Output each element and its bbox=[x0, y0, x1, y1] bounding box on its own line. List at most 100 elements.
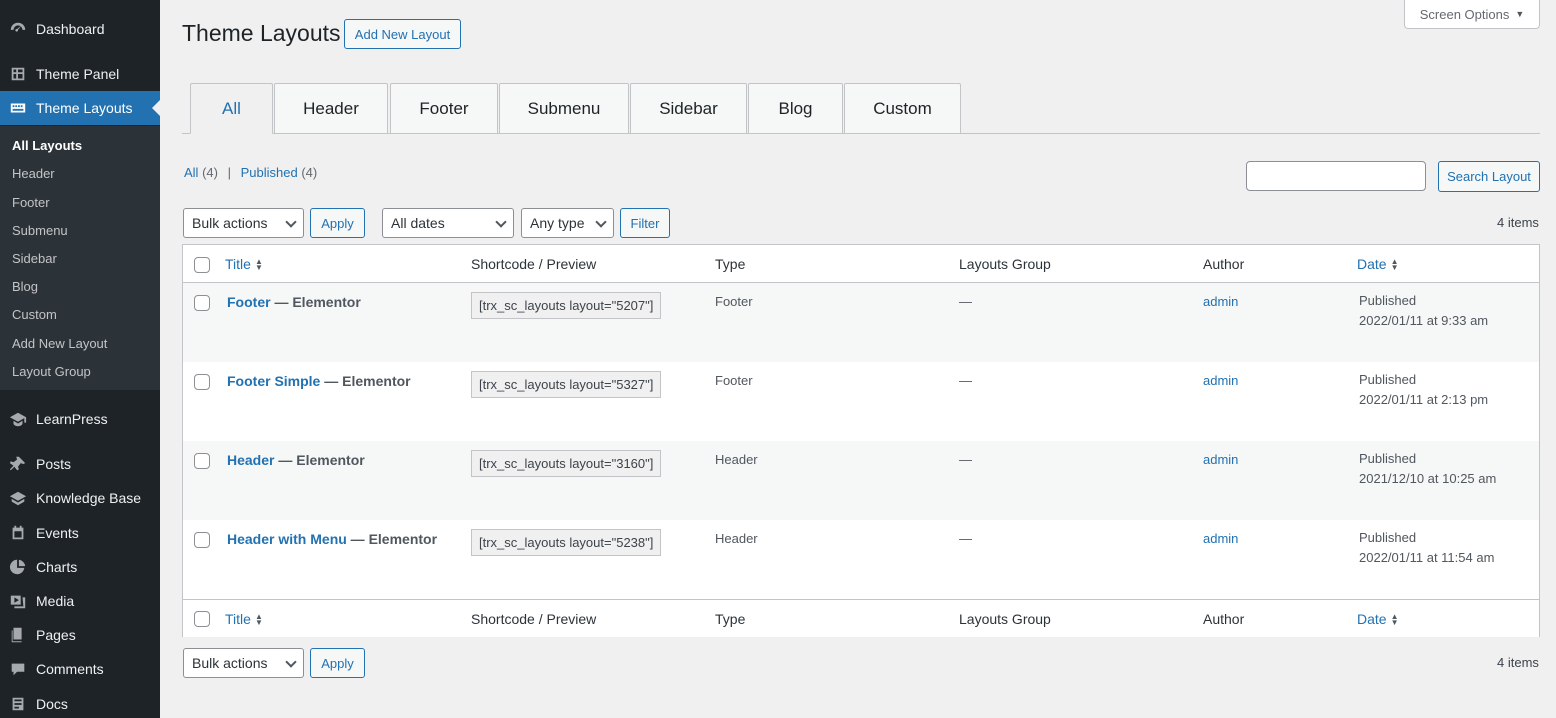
row-checkbox[interactable] bbox=[194, 453, 210, 469]
sidebar-item-label: Theme Layouts bbox=[36, 100, 133, 116]
shortcode-field[interactable]: [trx_sc_layouts layout="5327"] bbox=[471, 371, 662, 398]
row-author-link[interactable]: admin bbox=[1203, 373, 1238, 388]
layouts-table: Title ▲ ▼ Shortcode / Preview Type Layouts… bbox=[182, 244, 1540, 637]
status-published-count: (4) bbox=[301, 165, 318, 180]
sidebar-item-learnpress[interactable]: LearnPress bbox=[0, 402, 160, 436]
column-shortcode: Shortcode / Preview bbox=[471, 611, 597, 627]
dates-select[interactable]: All dates bbox=[382, 208, 514, 238]
column-title[interactable]: Title ▲ ▼ bbox=[225, 611, 263, 627]
sidebar-item-label: Posts bbox=[36, 456, 72, 472]
sidebar-item-posts[interactable]: Posts bbox=[0, 447, 160, 481]
search-input[interactable] bbox=[1246, 161, 1426, 191]
row-title-link[interactable]: Header bbox=[227, 452, 274, 468]
submenu-layout-group[interactable]: Layout Group bbox=[12, 364, 91, 379]
shortcode-field[interactable]: [trx_sc_layouts layout="5238"] bbox=[471, 529, 662, 556]
row-title-link[interactable]: Footer Simple bbox=[227, 373, 320, 389]
select-all-checkbox[interactable] bbox=[194, 611, 210, 627]
sidebar-item-theme-panel[interactable]: Theme Panel bbox=[0, 57, 160, 91]
submenu-blog[interactable]: Blog bbox=[12, 279, 38, 294]
tab-submenu[interactable]: Submenu bbox=[499, 83, 629, 134]
sidebar-item-label: Pages bbox=[36, 627, 76, 643]
status-all-link[interactable]: All bbox=[184, 165, 198, 180]
row-date: Published 2022/01/11 at 2:13 pm bbox=[1359, 372, 1489, 407]
search-layout-button[interactable]: Search Layout bbox=[1438, 161, 1540, 192]
graduation-cap-icon bbox=[0, 410, 36, 428]
dashboard-icon bbox=[0, 20, 36, 38]
sidebar-item-pages[interactable]: Pages bbox=[0, 618, 160, 652]
submenu-custom[interactable]: Custom bbox=[12, 307, 57, 322]
select-all-checkbox[interactable] bbox=[194, 257, 210, 273]
submenu-all-layouts[interactable]: All Layouts bbox=[12, 138, 82, 153]
chevron-down-icon bbox=[495, 216, 507, 228]
submenu-sidebar[interactable]: Sidebar bbox=[12, 251, 57, 266]
table-row: Footer — Elementor [trx_sc_layouts layou… bbox=[183, 283, 1539, 362]
sidebar-item-label: Media bbox=[36, 593, 75, 609]
row-author-link[interactable]: admin bbox=[1203, 531, 1238, 546]
row-date: Published 2022/01/11 at 9:33 am bbox=[1359, 293, 1489, 328]
sidebar-item-label: Charts bbox=[36, 559, 78, 575]
submenu-header[interactable]: Header bbox=[12, 166, 55, 181]
dates-value: All dates bbox=[391, 215, 445, 231]
apply-button[interactable]: Apply bbox=[310, 208, 365, 238]
submenu-footer[interactable]: Footer bbox=[12, 195, 50, 210]
tab-sidebar[interactable]: Sidebar bbox=[630, 83, 747, 134]
row-title-link[interactable]: Header with Menu bbox=[227, 531, 347, 547]
column-date[interactable]: Date ▲ ▼ bbox=[1357, 611, 1399, 627]
row-post-state: — Elementor bbox=[346, 531, 438, 547]
sidebar-item-label: Events bbox=[36, 525, 79, 541]
comments-icon bbox=[0, 660, 36, 678]
type-select[interactable]: Any type bbox=[521, 208, 614, 238]
column-date[interactable]: Date ▲ ▼ bbox=[1357, 256, 1399, 272]
tab-custom[interactable]: Custom bbox=[844, 83, 961, 134]
table-footer: Title ▲ ▼ Shortcode / Preview Type Layouts… bbox=[183, 599, 1539, 637]
row-author-link[interactable]: admin bbox=[1203, 452, 1238, 467]
row-layouts-group: — bbox=[959, 452, 972, 467]
shortcode-field[interactable]: [trx_sc_layouts layout="3160"] bbox=[471, 450, 662, 477]
filter-button[interactable]: Filter bbox=[620, 208, 670, 238]
row-checkbox[interactable] bbox=[194, 532, 210, 548]
tab-blog[interactable]: Blog bbox=[748, 83, 843, 134]
items-count: 4 items bbox=[1497, 215, 1539, 230]
status-all-count: (4) bbox=[202, 165, 218, 180]
row-title-cell: Footer Simple — Elementor bbox=[227, 373, 411, 389]
row-layouts-group: — bbox=[959, 373, 972, 388]
sidebar-item-theme-layouts[interactable]: Theme Layouts bbox=[0, 91, 160, 125]
column-layouts-group: Layouts Group bbox=[959, 611, 1051, 627]
tab-all[interactable]: All bbox=[190, 83, 273, 134]
sidebar-item-events[interactable]: Events bbox=[0, 516, 160, 550]
add-new-layout-button[interactable]: Add New Layout bbox=[344, 19, 461, 49]
bulk-actions-select[interactable]: Bulk actions bbox=[183, 208, 304, 238]
pie-chart-icon bbox=[0, 558, 36, 576]
sidebar-item-media[interactable]: Media bbox=[0, 584, 160, 618]
apply-button-bottom[interactable]: Apply bbox=[310, 648, 365, 678]
tab-footer[interactable]: Footer bbox=[390, 83, 498, 134]
theme-layouts-submenu: All Layouts Header Footer Submenu Sideba… bbox=[0, 126, 160, 390]
row-layouts-group: — bbox=[959, 531, 972, 546]
row-date: Published 2022/01/11 at 11:54 am bbox=[1359, 530, 1495, 565]
table-header: Title ▲ ▼ Shortcode / Preview Type Layouts… bbox=[183, 245, 1539, 283]
shortcode-field[interactable]: [trx_sc_layouts layout="5207"] bbox=[471, 292, 662, 319]
chevron-down-icon bbox=[285, 216, 297, 228]
sidebar-item-charts[interactable]: Charts bbox=[0, 550, 160, 584]
tab-header[interactable]: Header bbox=[274, 83, 388, 134]
row-author-link[interactable]: admin bbox=[1203, 294, 1238, 309]
sidebar-item-docs[interactable]: Docs bbox=[0, 687, 160, 718]
row-checkbox[interactable] bbox=[194, 374, 210, 390]
sort-icon: ▲ ▼ bbox=[1390, 612, 1399, 628]
sidebar-item-dashboard[interactable]: Dashboard bbox=[0, 12, 160, 46]
submenu-add-new-layout[interactable]: Add New Layout bbox=[12, 336, 107, 351]
sidebar-item-comments[interactable]: Comments bbox=[0, 652, 160, 686]
caret-down-icon: ▼ bbox=[1515, 9, 1525, 19]
row-title-link[interactable]: Footer bbox=[227, 294, 271, 310]
sidebar-item-label: LearnPress bbox=[36, 411, 108, 427]
table-row: Header — Elementor [trx_sc_layouts layou… bbox=[183, 441, 1539, 520]
row-checkbox[interactable] bbox=[194, 295, 210, 311]
status-published-link[interactable]: Published bbox=[241, 165, 298, 180]
sidebar-item-knowledge-base[interactable]: Knowledge Base bbox=[0, 481, 160, 515]
events-icon bbox=[0, 524, 36, 542]
column-type: Type bbox=[715, 256, 746, 272]
column-title[interactable]: Title ▲ ▼ bbox=[225, 256, 263, 272]
submenu-submenu[interactable]: Submenu bbox=[12, 223, 68, 238]
bulk-actions-select-bottom[interactable]: Bulk actions bbox=[183, 648, 304, 678]
screen-options-button[interactable]: Screen Options ▼ bbox=[1404, 0, 1540, 29]
